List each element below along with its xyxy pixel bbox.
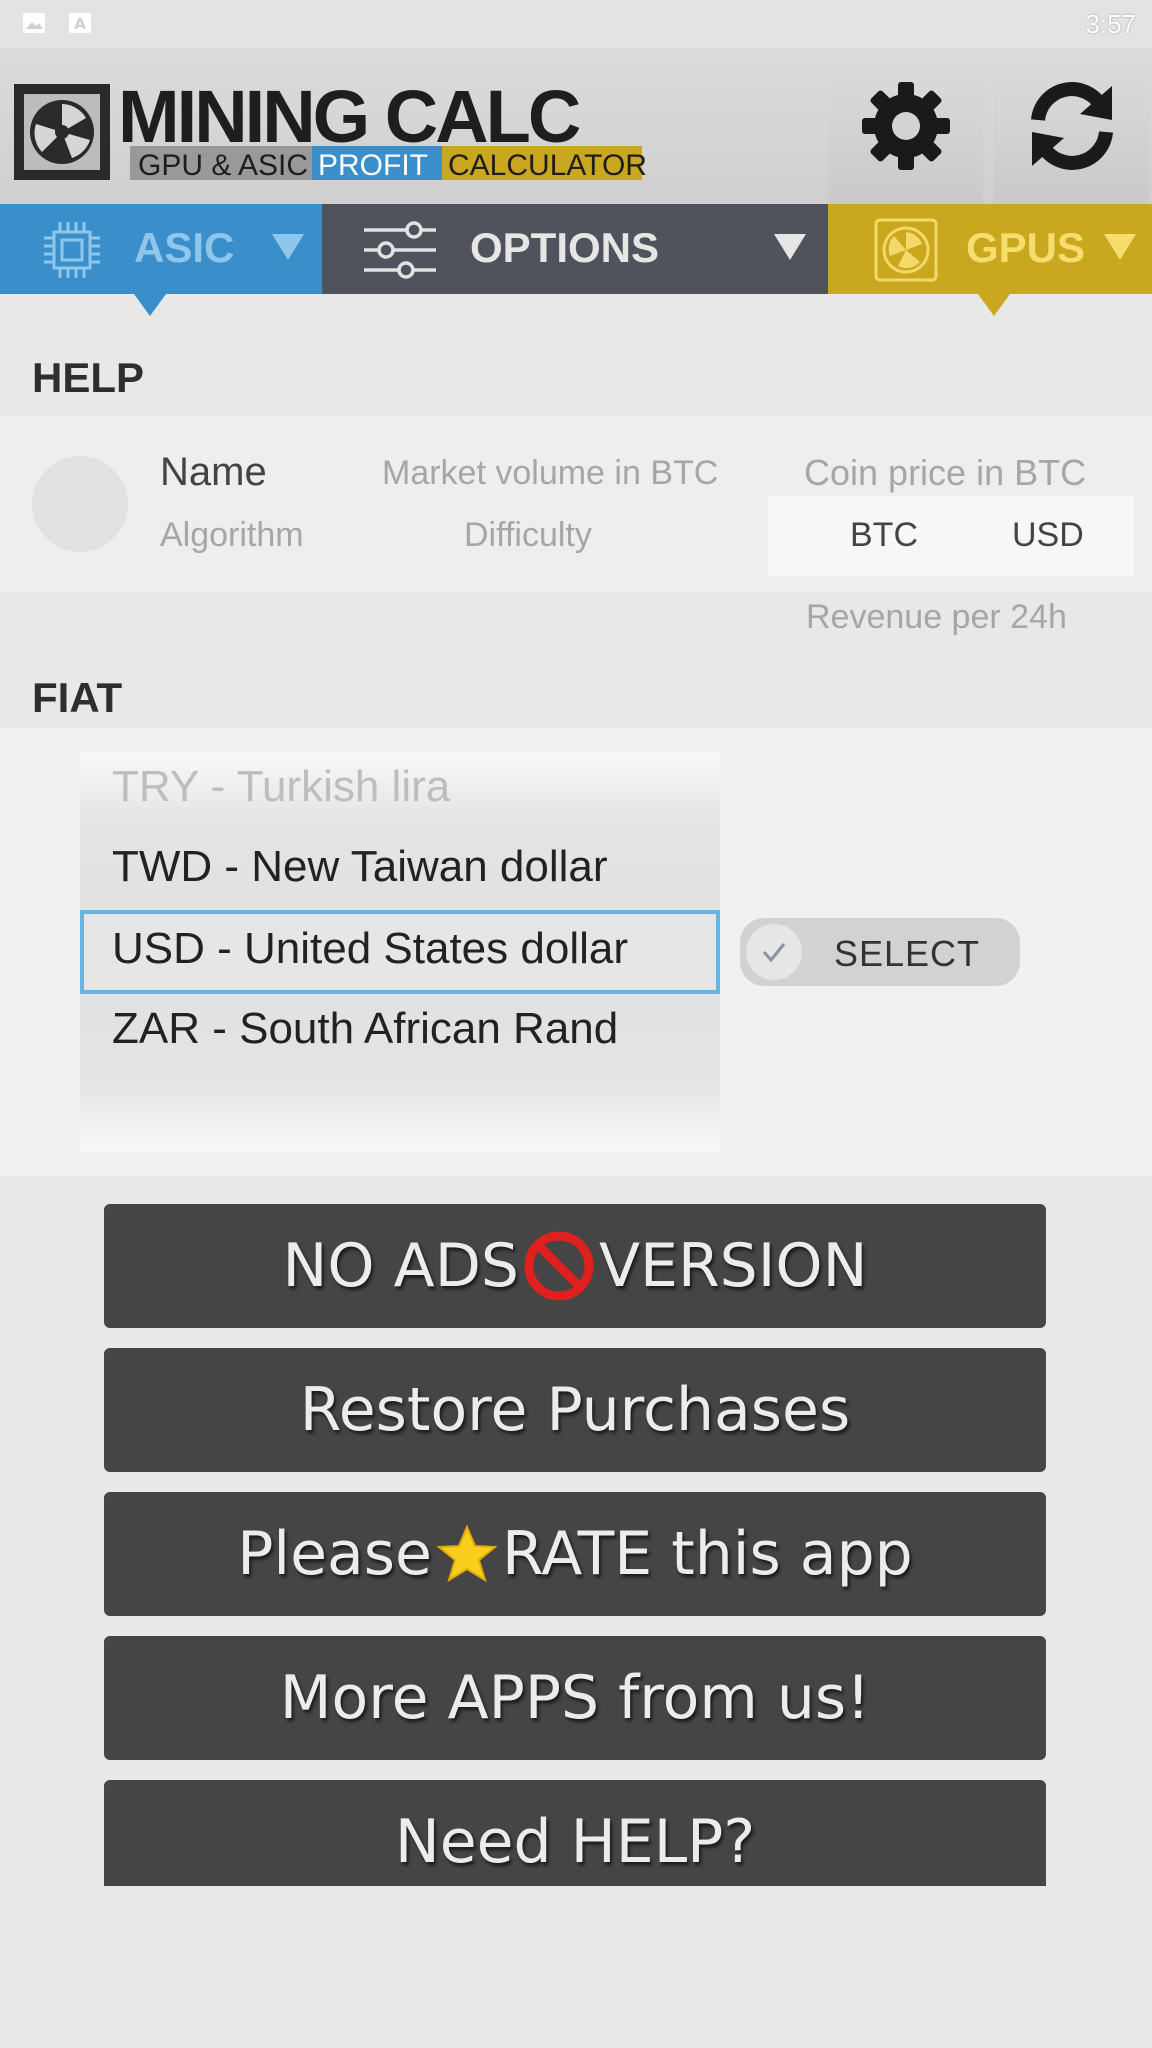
legend-algorithm: Algorithm <box>160 516 304 554</box>
settings-button[interactable] <box>828 48 983 204</box>
restore-purchases-button[interactable]: Restore Purchases <box>104 1348 1046 1472</box>
status-bar: A 3:57 <box>0 0 1152 48</box>
refresh-icon <box>1030 82 1113 170</box>
tab-options[interactable]: OPTIONS <box>322 204 828 294</box>
sliders-icon <box>364 221 436 279</box>
tab-asic[interactable]: ASIC <box>0 204 322 294</box>
chevron-down-icon <box>774 234 806 260</box>
help-legend-card: Name Algorithm Market volume in BTC Diff… <box>0 416 1152 592</box>
fiat-heading: FIAT <box>32 674 123 721</box>
picker-option[interactable]: ZAR - South African Rand <box>112 1004 618 1054</box>
bottom-area <box>0 1886 1152 2048</box>
svg-text:A: A <box>74 15 86 33</box>
price-box: BTC USD <box>768 496 1134 576</box>
prohibited-icon <box>524 1231 594 1301</box>
legend-market-volume: Market volume in BTC <box>382 454 719 492</box>
tab-options-label: OPTIONS <box>470 224 660 271</box>
tab-bar: ASIC OPTIONS GPUS <box>0 204 1152 316</box>
legend-name: Name <box>160 450 267 494</box>
legend-usd: USD <box>1012 516 1084 554</box>
legend-btc: BTC <box>850 516 918 554</box>
tab-gpus[interactable]: GPUS <box>828 204 1152 294</box>
coin-icon-placeholder <box>32 456 128 552</box>
tab-asic-label: ASIC <box>134 224 235 271</box>
more-apps-button[interactable]: More APPS from us! <box>104 1636 1046 1760</box>
version-label: VERSION <box>598 1231 868 1301</box>
logo-subtitle-2: PROFIT <box>318 149 428 182</box>
chevron-down-icon <box>1104 234 1136 260</box>
refresh-button[interactable] <box>994 48 1149 204</box>
fan-icon <box>874 218 938 282</box>
check-icon <box>746 924 802 980</box>
select-button-label: SELECT <box>834 933 981 974</box>
image-icon <box>23 13 45 33</box>
gear-icon <box>861 82 950 170</box>
tab-indicator <box>134 294 166 316</box>
rate-app-button[interactable]: Please RATE this app <box>104 1492 1046 1616</box>
chevron-down-icon <box>272 234 304 260</box>
legend-difficulty: Difficulty <box>464 516 592 554</box>
picker-option-selected[interactable]: USD - United States dollar <box>112 924 628 974</box>
more-apps-label: More APPS from us! <box>279 1663 871 1733</box>
app-header: MINING CALC GPU & ASIC PROFIT CALCULATOR <box>0 48 1152 204</box>
help-heading: HELP <box>32 354 145 401</box>
no-ads-label: NO ADS <box>282 1231 519 1301</box>
restore-label: Restore Purchases <box>299 1375 851 1445</box>
legend-coin-price: Coin price in BTC <box>804 452 1087 493</box>
rate-label-2: RATE this app <box>501 1519 913 1589</box>
picker-option[interactable]: TWD - New Taiwan dollar <box>112 842 608 892</box>
select-button[interactable]: SELECT <box>740 918 1020 986</box>
no-ads-button[interactable]: NO ADS VERSION <box>104 1204 1046 1328</box>
tab-indicator <box>978 294 1010 316</box>
tab-gpus-label: GPUS <box>966 224 1086 271</box>
clock: 3:57 <box>1085 9 1136 39</box>
need-help-label: Need HELP? <box>394 1807 756 1877</box>
logo-subtitle-3: CALCULATOR <box>448 149 647 182</box>
legend-revenue: Revenue per 24h <box>806 598 1067 636</box>
picker-option[interactable]: TRY - Turkish lira <box>112 762 450 812</box>
star-icon <box>436 1524 498 1583</box>
font-icon: A <box>69 13 91 33</box>
logo-subtitle-1: GPU & ASIC <box>138 149 308 182</box>
rate-label-1: Please <box>237 1519 432 1589</box>
chip-icon <box>44 222 100 278</box>
currency-picker[interactable]: TRY - Turkish lira TWD - New Taiwan doll… <box>80 752 720 1152</box>
